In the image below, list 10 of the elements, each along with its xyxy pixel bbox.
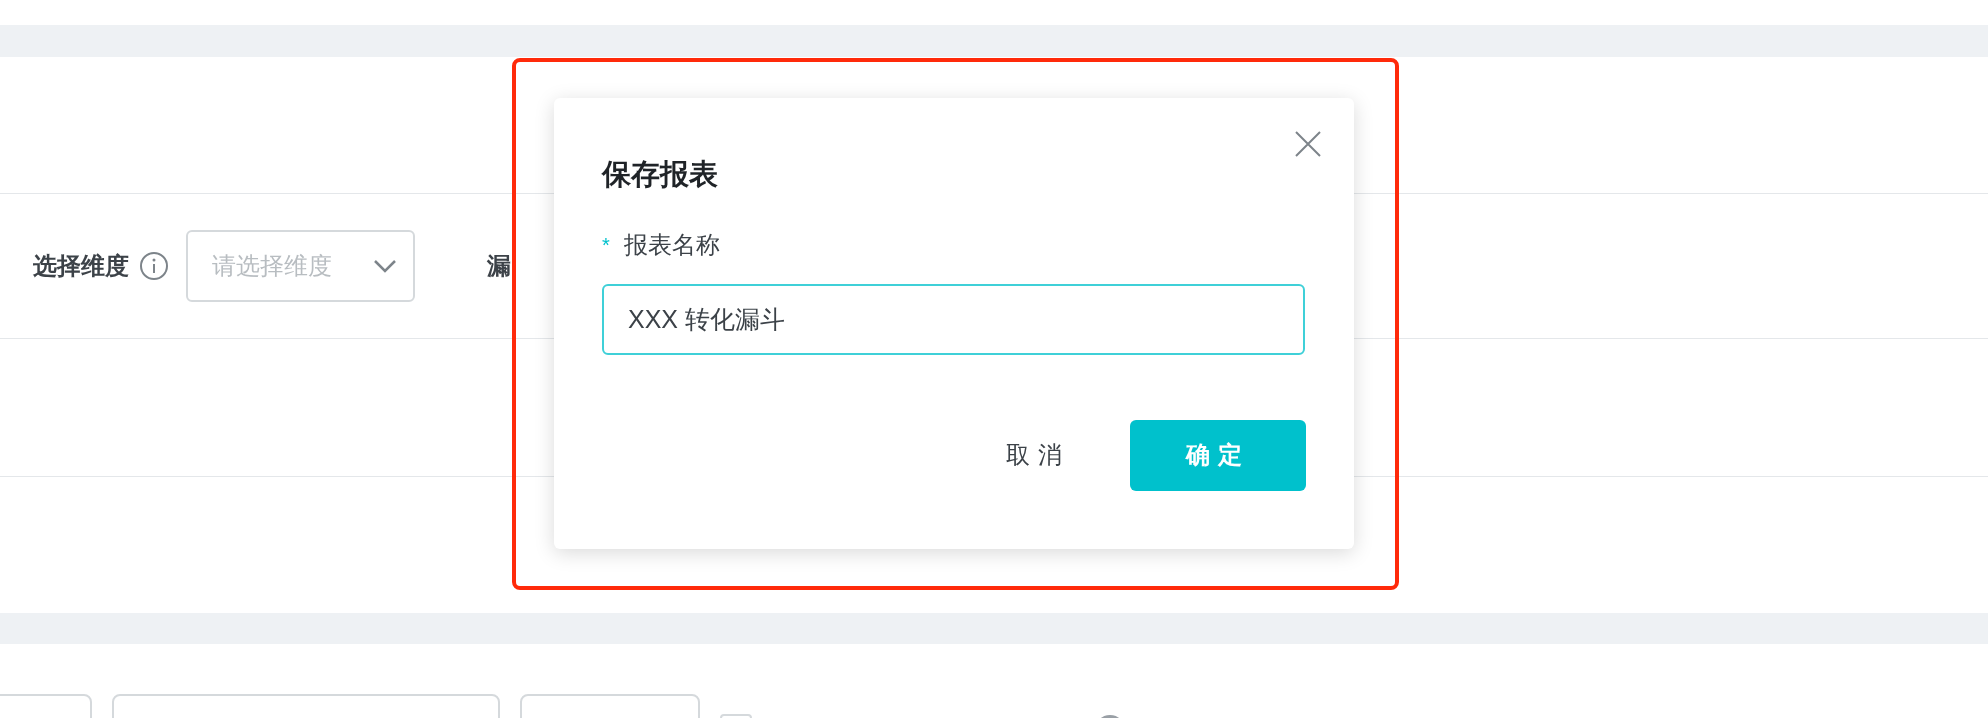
dialog-title: 保存报表 (602, 157, 718, 192)
select-placeholder: 请选择维度 (212, 251, 332, 281)
info-icon (139, 251, 169, 281)
funnel-label: 漏 (487, 251, 511, 281)
filter-label: 选择维度 (33, 251, 129, 281)
close-icon[interactable] (1295, 131, 1321, 157)
required-asterisk: * (602, 232, 610, 258)
field-label: 报表名称 (623, 229, 720, 260)
report-name-input[interactable]: XXX 转化漏斗 (602, 283, 1305, 355)
chevron-down-icon (373, 259, 397, 273)
